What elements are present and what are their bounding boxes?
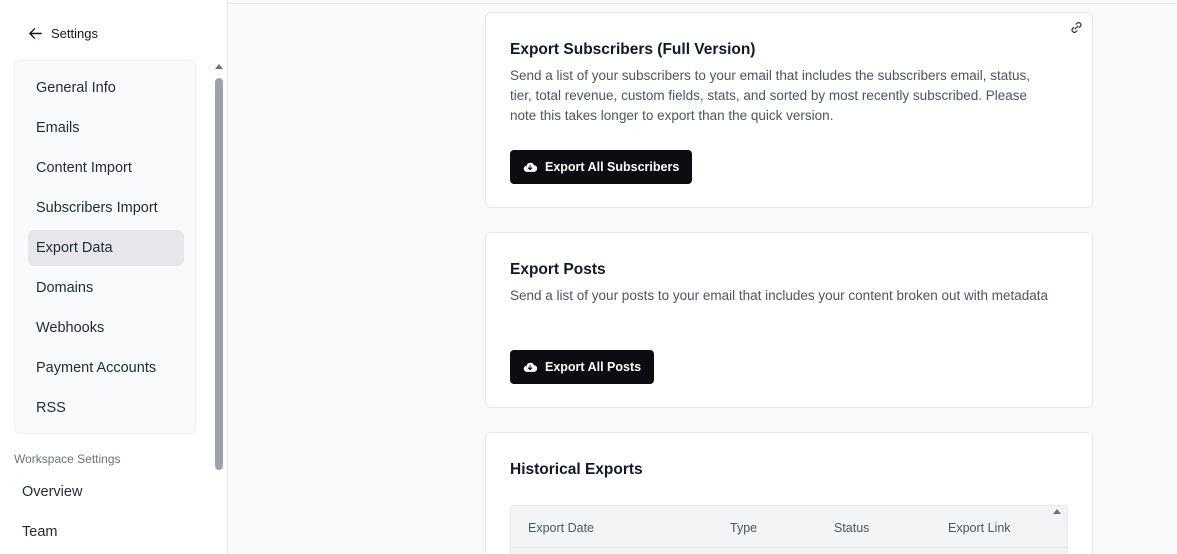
settings-nav: General Info Emails Content Import Subsc… bbox=[14, 60, 196, 434]
sidebar-item-payment-accounts[interactable]: Payment Accounts bbox=[28, 350, 184, 386]
historical-exports-title: Historical Exports bbox=[510, 461, 643, 478]
sidebar-item-domains[interactable]: Domains bbox=[28, 270, 184, 306]
sidebar-item-subscribers-import[interactable]: Subscribers Import bbox=[28, 190, 184, 226]
header-divider bbox=[228, 3, 1177, 4]
export-all-subscribers-button[interactable]: Export All Subscribers bbox=[510, 150, 693, 184]
sidebar-item-overview[interactable]: Overview bbox=[22, 484, 82, 500]
column-header-type[interactable]: Type bbox=[730, 521, 757, 535]
export-subscribers-description: Send a list of your subscribers to your … bbox=[510, 68, 1030, 123]
export-all-posts-label: Export All Posts bbox=[545, 360, 642, 374]
cloud-download-icon bbox=[523, 162, 537, 172]
column-header-export-link[interactable]: Export Link bbox=[948, 521, 1011, 535]
sidebar-item-content-import[interactable]: Content Import bbox=[28, 150, 184, 186]
cloud-download-icon bbox=[523, 362, 537, 372]
historical-exports-card: Historical Exports Export Date Type Stat… bbox=[485, 432, 1093, 554]
export-posts-description: Send a list of your posts to your email … bbox=[510, 288, 1049, 303]
sidebar-item-rss[interactable]: RSS bbox=[28, 390, 184, 426]
sidebar-item-export-data[interactable]: Export Data bbox=[28, 230, 184, 266]
column-header-export-date[interactable]: Export Date bbox=[528, 521, 594, 535]
export-all-subscribers-label: Export All Subscribers bbox=[545, 160, 680, 174]
export-posts-card: Export Posts Send a list of your posts t… bbox=[485, 232, 1093, 408]
export-all-posts-button[interactable]: Export All Posts bbox=[510, 350, 655, 384]
export-posts-title: Export Posts bbox=[510, 261, 606, 278]
sidebar: Settings General Info Emails Content Imp… bbox=[0, 0, 228, 554]
back-link-label: Settings bbox=[51, 26, 98, 41]
arrow-left-icon bbox=[29, 28, 42, 39]
sidebar-item-emails[interactable]: Emails bbox=[28, 110, 184, 146]
back-to-settings-link[interactable]: Settings bbox=[28, 26, 98, 41]
historical-exports-table: Export Date Type Status Export Link bbox=[510, 505, 1068, 554]
scrollbar-thumb[interactable] bbox=[215, 78, 223, 470]
table-scroll-up-arrow-icon[interactable] bbox=[1053, 509, 1061, 514]
sidebar-item-general-info[interactable]: General Info bbox=[28, 70, 184, 106]
scroll-up-arrow-icon[interactable] bbox=[215, 64, 223, 69]
sidebar-scrollbar[interactable] bbox=[213, 60, 227, 554]
table-header-divider bbox=[511, 547, 1067, 548]
link-icon[interactable] bbox=[1069, 20, 1084, 35]
sidebar-item-team[interactable]: Team bbox=[22, 524, 57, 540]
export-subscribers-card: Export Subscribers (Full Version) Send a… bbox=[485, 12, 1093, 208]
column-header-status[interactable]: Status bbox=[834, 521, 869, 535]
export-subscribers-title: Export Subscribers (Full Version) bbox=[510, 41, 756, 58]
workspace-settings-heading: Workspace Settings bbox=[14, 452, 121, 466]
sidebar-item-webhooks[interactable]: Webhooks bbox=[28, 310, 184, 346]
